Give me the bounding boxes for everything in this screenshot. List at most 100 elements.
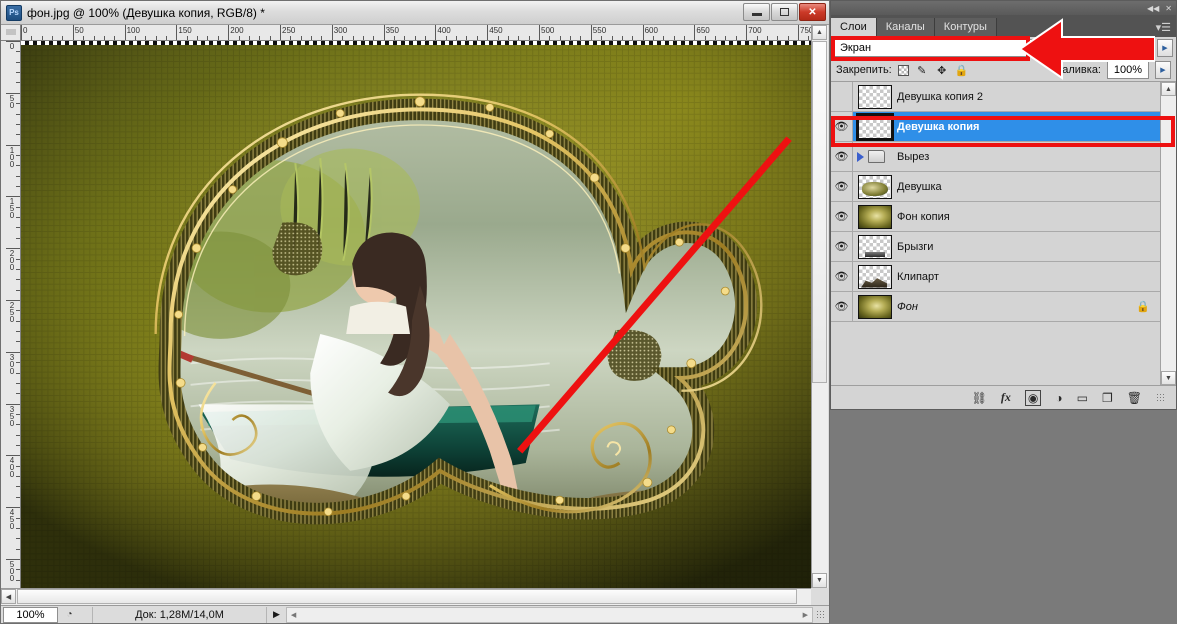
status-bar: 100% ◔ Док: 1,28M/14,0M ▶ ◀ ▶ (1, 605, 829, 623)
ruler-corner[interactable] (1, 25, 21, 41)
blend-mode-dropdown[interactable]: Экран ▼ (834, 39, 1109, 57)
folder-icon (868, 150, 885, 163)
layer-thumbnail-cell[interactable] (853, 84, 897, 109)
layer-thumbnail-cell[interactable] (853, 234, 897, 259)
layer-row[interactable]: 👁 Фон 🔒 (831, 292, 1160, 322)
horizontal-scroll-thumb[interactable] (17, 589, 797, 604)
collapse-panel-icon[interactable]: ◀◀ (1147, 4, 1159, 13)
fx-icon[interactable]: fx (1001, 390, 1011, 405)
vertical-ruler[interactable]: 050100150200250300350400450500550 (1, 41, 21, 588)
status-scroll-track[interactable]: ◀ ▶ (285, 606, 813, 623)
ruler-tick-label: 350 (385, 26, 399, 35)
chevron-down-icon: ▼ (1095, 44, 1102, 52)
tab-layers[interactable]: Слои (831, 18, 877, 37)
layer-visibility-toggle[interactable] (831, 82, 853, 111)
panel-menu-icon[interactable]: ▾☰ (1156, 23, 1171, 34)
move-lock-icon[interactable]: ✥ (935, 63, 949, 77)
eye-icon: 👁 (834, 301, 849, 313)
status-scroll-left-arrow[interactable]: ◀ (291, 611, 296, 619)
layer-thumbnail-cell[interactable] (853, 204, 897, 229)
scroll-left-arrow[interactable]: ◀ (1, 589, 16, 604)
minimize-icon (751, 13, 762, 16)
canvas-vertical-scrollbar[interactable]: ▲ ▼ (811, 25, 828, 588)
lock-row: Закрепить: ✎ ✥ 🔒 аливка: 100% ▶ (831, 59, 1176, 81)
selection-marching-ants (21, 41, 811, 45)
layer-group-thumbnail[interactable] (853, 150, 897, 163)
ruler-tick-label: 0 (23, 26, 28, 35)
vertical-scroll-thumb[interactable] (812, 41, 827, 383)
layer-visibility-toggle[interactable]: 👁 (831, 142, 853, 171)
all-lock-icon[interactable]: 🔒 (955, 63, 969, 77)
ruler-corner-icon (5, 29, 16, 35)
zoom-level-field[interactable]: 100% (3, 606, 58, 623)
layer-visibility-toggle[interactable]: 👁 (831, 112, 853, 141)
expand-group-triangle-icon[interactable] (857, 151, 864, 162)
ruler-tick-label: 500 (9, 560, 15, 583)
tab-channels[interactable]: Каналы (876, 18, 935, 37)
layer-visibility-toggle[interactable]: 👁 (831, 262, 853, 291)
minimize-button[interactable] (743, 3, 770, 21)
lock-label: Закрепить: (836, 64, 892, 76)
clock-icon[interactable]: ◔ (61, 607, 78, 623)
opacity-slider-arrow[interactable]: ▶ (1157, 39, 1173, 57)
resize-grip[interactable] (816, 609, 826, 620)
layer-thumbnail-cell[interactable] (853, 294, 897, 319)
close-panel-icon[interactable]: ✕ (1165, 4, 1172, 13)
fill-field[interactable]: 100% (1107, 61, 1149, 79)
new-layer-icon[interactable]: ❐ (1102, 391, 1113, 405)
scroll-up-arrow[interactable]: ▲ (812, 25, 827, 40)
brush-lock-icon[interactable]: ✎ (915, 63, 929, 77)
close-button[interactable]: ✕ (799, 3, 826, 21)
panel-tabs: Слои Каналы Контуры ▾☰ (831, 15, 1176, 37)
layer-list-scrollbar[interactable]: ▲ ▼ (1160, 82, 1176, 385)
opacity-field[interactable]: 100% (1112, 39, 1154, 57)
adjustment-layer-icon[interactable]: ◑ (1055, 391, 1062, 405)
blend-mode-row: Экран ▼ 100% ▶ (831, 37, 1176, 59)
layer-row[interactable]: 👁 Клипарт (831, 262, 1160, 292)
layer-visibility-toggle[interactable]: 👁 (831, 292, 853, 321)
layer-scroll-up-arrow[interactable]: ▲ (1161, 82, 1176, 96)
layer-thumbnail-cell[interactable] (853, 112, 897, 141)
layer-thumbnail-cell[interactable] (853, 264, 897, 289)
scroll-down-arrow[interactable]: ▼ (812, 573, 827, 588)
layer-row[interactable]: Девушка копия 2 (831, 82, 1160, 112)
ruler-tick-label: 200 (230, 26, 244, 35)
delete-layer-icon[interactable]: 🗑 (1127, 391, 1142, 405)
layer-row[interactable]: 👁 Вырез (831, 142, 1160, 172)
link-icon[interactable]: ⛓ (972, 391, 987, 405)
layer-row[interactable]: 👁 Девушка копия (831, 112, 1160, 142)
transparency-lock-icon[interactable] (897, 64, 909, 76)
status-scroll-right-arrow[interactable]: ▶ (803, 611, 808, 619)
artwork-image (21, 41, 811, 588)
canvas-area[interactable] (21, 41, 811, 588)
layer-row[interactable]: 👁 Фон копия (831, 202, 1160, 232)
eye-icon: 👁 (834, 241, 849, 253)
fill-slider-arrow[interactable]: ▶ (1155, 61, 1171, 79)
layer-row[interactable]: 👁 Девушка (831, 172, 1160, 202)
horizontal-ruler[interactable]: 0 50 100 150 200 250 300 350 400 450 500 550 600 650 7… (21, 25, 811, 41)
layer-list[interactable]: Девушка копия 2 👁 Девушка копия 👁 Вырез 👁 Деву… (831, 81, 1176, 385)
status-expand-arrow[interactable]: ▶ (273, 609, 280, 620)
layer-mask-icon[interactable]: ◉ (1024, 389, 1042, 406)
restore-icon (780, 8, 789, 16)
new-group-icon[interactable]: ▭ (1077, 391, 1088, 405)
layer-visibility-toggle[interactable]: 👁 (831, 202, 853, 231)
ruler-tick-label: 450 (9, 508, 15, 532)
layer-visibility-toggle[interactable]: 👁 (831, 232, 853, 261)
canvas-horizontal-scrollbar[interactable]: ◀ (1, 588, 811, 605)
panel-resize-grip[interactable] (1156, 392, 1166, 403)
ruler-tick-label: 650 (696, 26, 710, 35)
layer-thumbnail (858, 294, 892, 319)
ruler-tick-label: 100 (9, 145, 15, 169)
layer-thumbnail-cell[interactable] (853, 174, 897, 199)
eye-icon: 👁 (834, 211, 849, 223)
layer-row[interactable]: 👁 Брызги (831, 232, 1160, 262)
ruler-tick-label: 550 (592, 26, 607, 35)
restore-button[interactable] (771, 3, 798, 21)
layer-name: Девушка (897, 180, 942, 193)
tab-paths[interactable]: Контуры (934, 18, 997, 37)
layer-thumbnail (856, 112, 894, 141)
layer-thumbnail (858, 234, 892, 259)
layer-visibility-toggle[interactable]: 👁 (831, 172, 853, 201)
layer-scroll-down-arrow[interactable]: ▼ (1161, 371, 1176, 385)
